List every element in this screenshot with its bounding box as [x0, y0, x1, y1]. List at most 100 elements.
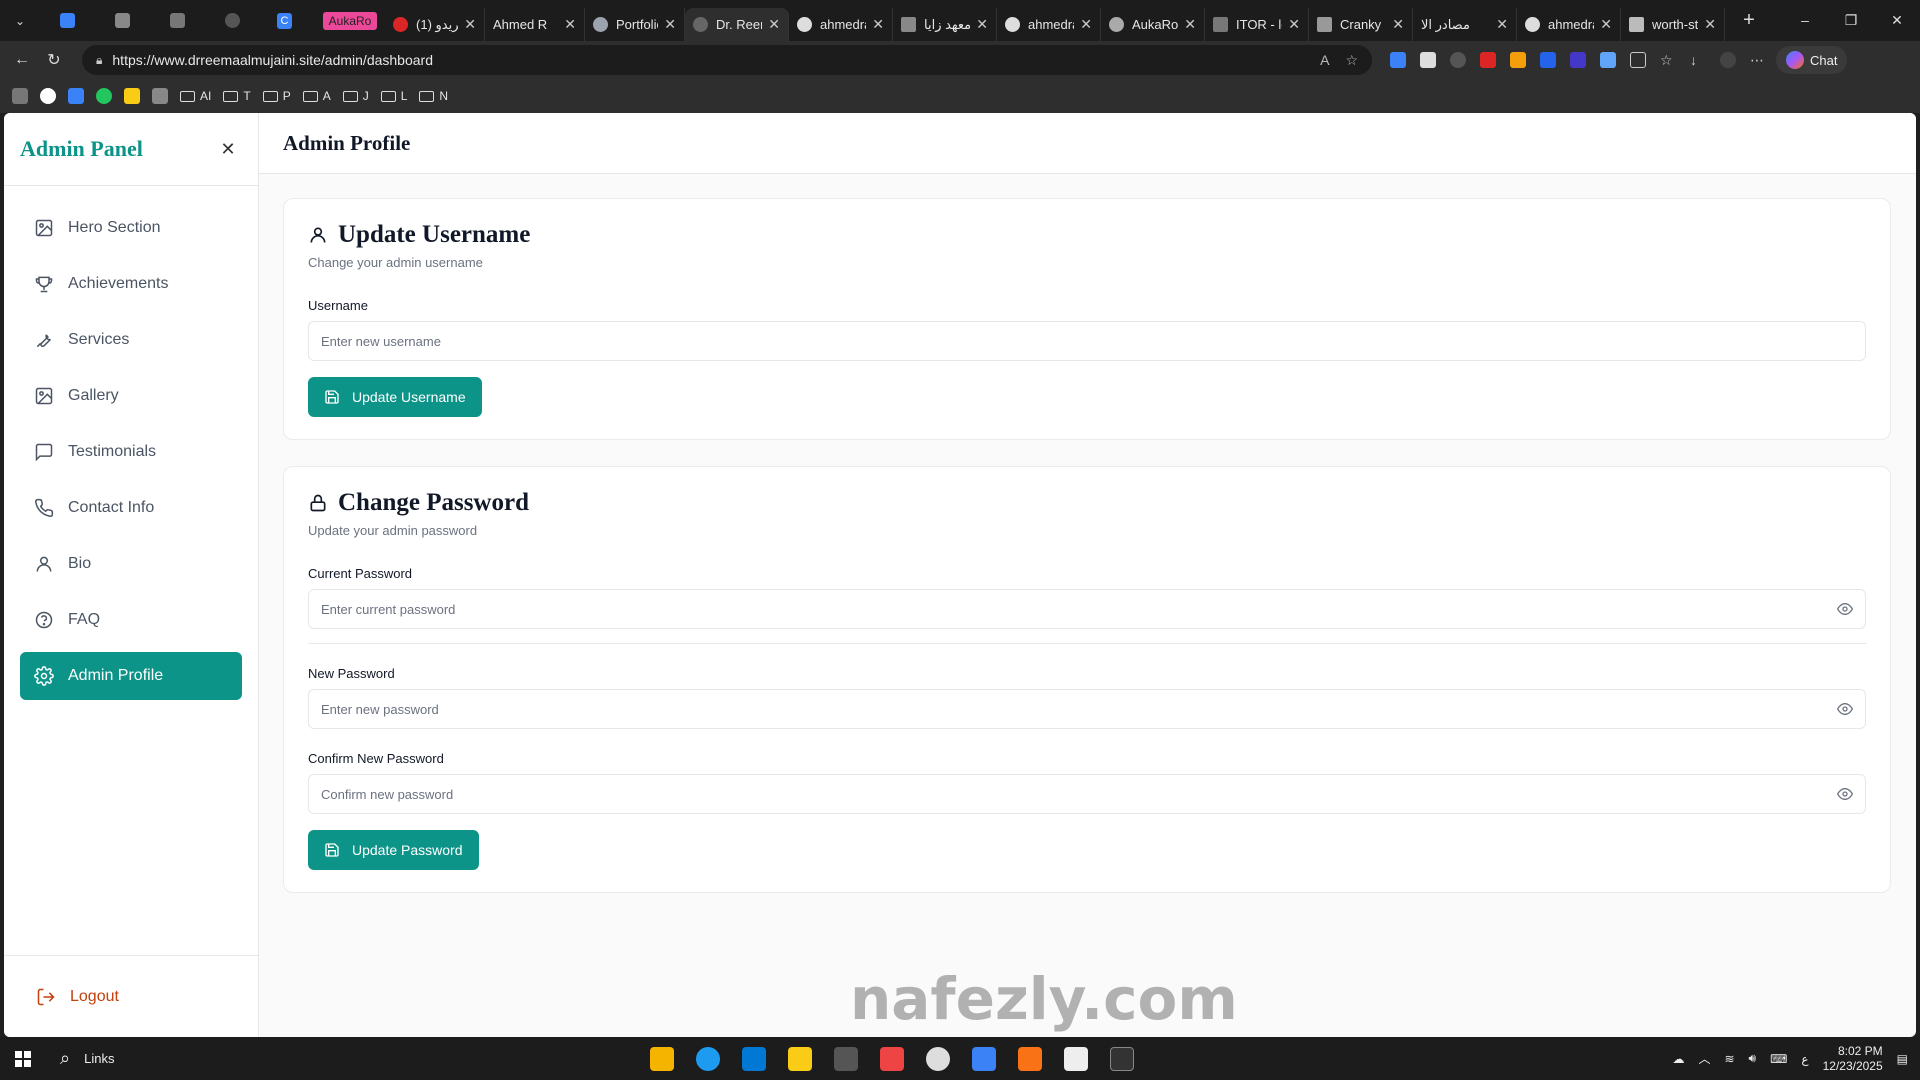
- list-icon[interactable]: [152, 88, 168, 104]
- update-password-button[interactable]: Update Password: [308, 830, 479, 870]
- extension-icon[interactable]: [1450, 52, 1466, 68]
- app-icon[interactable]: [1064, 1046, 1088, 1071]
- downloads-icon[interactable]: ↓: [1690, 52, 1706, 68]
- bookmark-folder[interactable]: N: [419, 89, 448, 103]
- sidebar-item-faq[interactable]: FAQ: [20, 596, 242, 644]
- app-icon[interactable]: [926, 1046, 950, 1071]
- extension-icon[interactable]: [1480, 52, 1496, 68]
- confirm-password-input[interactable]: Confirm new password: [308, 774, 1866, 814]
- close-tab-icon[interactable]: ✕: [1080, 16, 1092, 33]
- close-tab-icon[interactable]: ✕: [1288, 16, 1300, 33]
- file-explorer-icon[interactable]: [650, 1046, 674, 1071]
- xampp-icon[interactable]: [1018, 1046, 1042, 1071]
- extension-icon[interactable]: [1570, 52, 1586, 68]
- update-username-button[interactable]: Update Username: [308, 377, 482, 417]
- browser-tab[interactable]: معهد زايا ✕: [893, 8, 997, 41]
- bookmark-folder[interactable]: J: [342, 89, 369, 103]
- extension-icon[interactable]: [1600, 52, 1616, 68]
- eye-icon[interactable]: [1837, 701, 1853, 717]
- close-window-icon[interactable]: ✕: [1874, 12, 1920, 29]
- close-sidebar-icon[interactable]: ✕: [214, 139, 242, 160]
- profile-avatar-icon[interactable]: [1720, 52, 1736, 68]
- extension-icon[interactable]: [1540, 52, 1556, 68]
- whatsapp-icon[interactable]: [96, 88, 112, 104]
- close-tab-icon[interactable]: ✕: [464, 16, 476, 33]
- wifi-icon[interactable]: ≋: [1724, 1052, 1734, 1066]
- sidebar-item-admin-profile[interactable]: Admin Profile: [20, 652, 242, 700]
- restore-icon[interactable]: ❐: [1828, 12, 1874, 29]
- sidebar-item-bio[interactable]: Bio: [20, 540, 242, 588]
- close-tab-icon[interactable]: ✕: [768, 16, 780, 33]
- bookmark-folder[interactable]: AI: [180, 89, 211, 103]
- close-tab-icon[interactable]: ✕: [564, 16, 576, 33]
- app-icon[interactable]: [880, 1046, 904, 1071]
- show-hidden-icons-chevron-icon[interactable]: ︿: [1698, 1050, 1710, 1067]
- notifications-icon[interactable]: ▤: [1897, 1052, 1908, 1066]
- browser-tab[interactable]: مصادر الا ✕: [1413, 8, 1517, 41]
- close-tab-icon[interactable]: ✕: [1184, 16, 1196, 33]
- more-menu-icon[interactable]: ⋯: [1750, 52, 1766, 68]
- logout-button[interactable]: Logout: [4, 955, 259, 1037]
- new-tab-plus-icon[interactable]: +: [1729, 9, 1769, 32]
- taskbar-search[interactable]: ⌕ Links: [60, 1048, 114, 1069]
- pinned-tab[interactable]: [205, 0, 260, 41]
- pinned-tab-aukaro[interactable]: AukaRo: [315, 0, 385, 41]
- bookmark-icon[interactable]: [12, 88, 28, 104]
- extensions-puzzle-icon[interactable]: [1630, 52, 1646, 68]
- site-info-lock-icon[interactable]: 🔒︎: [96, 53, 102, 68]
- pinned-tab[interactable]: [40, 0, 95, 41]
- eye-icon[interactable]: [1837, 601, 1853, 617]
- edge-browser-icon[interactable]: [696, 1046, 720, 1071]
- sticky-notes-icon[interactable]: [788, 1046, 812, 1071]
- browser-tab[interactable]: فريدو (1) ✕: [385, 8, 485, 41]
- extension-icon[interactable]: [1390, 52, 1406, 68]
- favorites-icon[interactable]: ☆: [1660, 52, 1676, 68]
- copilot-chat-button[interactable]: Chat: [1776, 46, 1848, 74]
- back-arrow-icon[interactable]: ←: [6, 51, 38, 69]
- sidebar-item-contact-info[interactable]: Contact Info: [20, 484, 242, 532]
- browser-tab[interactable]: worth-st ✕: [1621, 8, 1725, 41]
- reload-icon[interactable]: ↻: [38, 50, 70, 70]
- sidebar-item-testimonials[interactable]: Testimonials: [20, 428, 242, 476]
- username-input[interactable]: Enter new username: [308, 321, 1866, 361]
- app-icon[interactable]: [972, 1046, 996, 1071]
- close-tab-icon[interactable]: ✕: [976, 16, 988, 33]
- vscode-icon[interactable]: [742, 1046, 766, 1071]
- close-tab-icon[interactable]: ✕: [1392, 16, 1404, 33]
- keyboard-icon[interactable]: ⌨: [1770, 1052, 1787, 1066]
- tab-actions-chevron-icon[interactable]: ⌄: [0, 0, 40, 41]
- bookmark-folder[interactable]: L: [380, 89, 407, 103]
- close-tab-icon[interactable]: ✕: [1496, 16, 1508, 33]
- close-tab-icon[interactable]: ✕: [872, 16, 884, 33]
- bookmark-icon[interactable]: [68, 88, 84, 104]
- browser-tab[interactable]: ahmedra ✕: [789, 8, 893, 41]
- pinned-tab[interactable]: [150, 0, 205, 41]
- extension-icon[interactable]: [1420, 52, 1436, 68]
- google-icon[interactable]: [40, 88, 56, 104]
- browser-tab[interactable]: AukaRo ✕: [1101, 8, 1205, 41]
- clock[interactable]: 8:02 PM 12/23/2025: [1823, 1044, 1883, 1074]
- read-aloud-icon[interactable]: A: [1320, 52, 1329, 69]
- sidebar-item-hero-section[interactable]: Hero Section: [20, 204, 242, 252]
- start-button[interactable]: [0, 1050, 46, 1067]
- pinned-tab-c[interactable]: C: [260, 0, 315, 41]
- app-icon[interactable]: [834, 1046, 858, 1071]
- current-password-input[interactable]: Enter current password: [308, 589, 1866, 629]
- bookmark-folder[interactable]: A: [302, 89, 331, 103]
- input-language[interactable]: ع: [1801, 1052, 1808, 1066]
- browser-tab[interactable]: Portfolio ✕: [585, 8, 685, 41]
- close-tab-icon[interactable]: ✕: [1704, 16, 1716, 33]
- eye-icon[interactable]: [1837, 786, 1853, 802]
- bookmark-folder[interactable]: P: [262, 89, 291, 103]
- browser-tab[interactable]: ahmedra ✕: [1517, 8, 1621, 41]
- close-tab-icon[interactable]: ✕: [1600, 16, 1612, 33]
- address-bar[interactable]: 🔒︎ https://www.drreemaalmujaini.site/adm…: [82, 45, 1372, 75]
- pinned-tab[interactable]: [95, 0, 150, 41]
- close-tab-icon[interactable]: ✕: [664, 16, 676, 33]
- browser-tab[interactable]: ahmedra ✕: [997, 8, 1101, 41]
- new-password-input[interactable]: Enter new password: [308, 689, 1866, 729]
- minimize-icon[interactable]: –: [1782, 12, 1828, 29]
- favorite-star-icon[interactable]: ☆: [1345, 52, 1358, 69]
- bookmark-folder[interactable]: T: [223, 89, 251, 103]
- browser-tab[interactable]: Ahmed R ✕: [485, 8, 585, 41]
